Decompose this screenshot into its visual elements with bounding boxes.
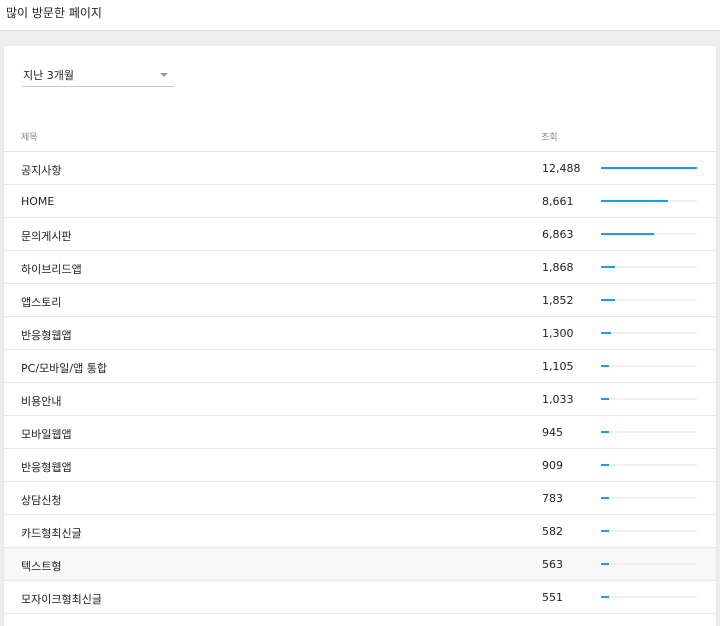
views-bar-fill: [601, 332, 611, 334]
table-row[interactable]: 반응형웹앱 1,300: [4, 317, 716, 350]
views-bar-track: [601, 464, 697, 466]
column-header-views: 조회: [541, 133, 558, 143]
views-bar-track: [601, 299, 697, 301]
table-row[interactable]: 상담신청 783: [4, 482, 716, 515]
views-bar-track: [601, 167, 697, 169]
page-title-cell: 모바일웹앱: [21, 428, 72, 441]
views-count-cell: 12,488: [542, 162, 581, 175]
views-count-cell: 551: [542, 591, 563, 604]
page-title-cell: 반응형웹앱: [21, 461, 72, 474]
page-title-cell: 상담신청: [21, 494, 62, 507]
views-bar-fill: [601, 233, 654, 235]
views-count-cell: 1,300: [542, 327, 574, 340]
views-count-cell: 563: [542, 558, 563, 571]
views-bar-fill: [601, 200, 668, 202]
page-title-cell: 문의게시판: [21, 230, 72, 243]
views-bar-fill: [601, 530, 609, 532]
views-bar-fill: [601, 596, 609, 598]
page-title-cell: 반응형웹앱: [21, 329, 72, 342]
page-title-cell: 앱스토리: [21, 296, 62, 309]
table-row[interactable]: 모자이크형최신글 551: [4, 581, 716, 614]
views-count-cell: 582: [542, 525, 563, 538]
table-row[interactable]: 텍스트형 563: [4, 548, 716, 581]
visited-pages-table: 제목 조회 공지사항 12,488 HOME 8,661 문의게시판 6,863 하이브리드…: [4, 120, 716, 614]
period-dropdown[interactable]: 지난 3개월: [22, 66, 174, 87]
table-row[interactable]: 문의게시판 6,863: [4, 218, 716, 251]
views-bar-track: [601, 431, 697, 433]
views-bar-fill: [601, 299, 615, 301]
page-title-cell: HOME: [21, 195, 55, 208]
table-row[interactable]: HOME 8,661: [4, 185, 716, 218]
views-bar-track: [601, 233, 697, 235]
page-header: 많이 방문한 페이지: [0, 0, 720, 31]
views-count-cell: 8,661: [542, 195, 574, 208]
page-title-cell: PC/모바일/앱 통합: [21, 362, 107, 375]
views-count-cell: 1,033: [542, 393, 574, 406]
page-title: 많이 방문한 페이지: [6, 6, 102, 20]
views-bar-track: [601, 563, 697, 565]
views-bar-fill: [601, 563, 609, 565]
views-count-cell: 1,105: [542, 360, 574, 373]
views-bar-fill: [601, 167, 697, 169]
table-row[interactable]: 비용안내 1,033: [4, 383, 716, 416]
table-header: 제목 조회: [4, 120, 716, 152]
views-bar-track: [601, 200, 697, 202]
page-title-cell: 비용안내: [21, 395, 62, 408]
table-row[interactable]: PC/모바일/앱 통합 1,105: [4, 350, 716, 383]
views-bar-fill: [601, 365, 609, 367]
table-body: 공지사항 12,488 HOME 8,661 문의게시판 6,863 하이브리드앱 1,868…: [4, 152, 716, 614]
views-count-cell: 1,852: [542, 294, 574, 307]
table-row[interactable]: 앱스토리 1,852: [4, 284, 716, 317]
views-bar-fill: [601, 398, 609, 400]
page-title-cell: 모자이크형최신글: [21, 593, 102, 606]
views-bar-track: [601, 266, 697, 268]
period-dropdown-value: 지난 3개월: [23, 69, 74, 82]
views-count-cell: 909: [542, 459, 563, 472]
page-title-cell: 공지사항: [21, 164, 62, 177]
table-row[interactable]: 카드형최신글 582: [4, 515, 716, 548]
views-bar-track: [601, 530, 697, 532]
views-bar-track: [601, 398, 697, 400]
views-bar-track: [601, 497, 697, 499]
table-row[interactable]: 반응형웹앱 909: [4, 449, 716, 482]
views-bar-fill: [601, 266, 615, 268]
table-row[interactable]: 공지사항 12,488: [4, 152, 716, 185]
table-row[interactable]: 모바일웹앱 945: [4, 416, 716, 449]
views-bar-track: [601, 596, 697, 598]
views-count-cell: 6,863: [542, 228, 574, 241]
page-title-cell: 하이브리드앱: [21, 263, 82, 276]
views-bar-fill: [601, 464, 609, 466]
views-count-cell: 783: [542, 492, 563, 505]
views-count-cell: 945: [542, 426, 563, 439]
chevron-down-icon: [160, 73, 168, 77]
column-header-title: 제목: [21, 133, 38, 143]
views-bar-fill: [601, 497, 609, 499]
views-bar-track: [601, 365, 697, 367]
page-title-cell: 텍스트형: [21, 560, 62, 573]
views-bar-fill: [601, 431, 609, 433]
visited-pages-card: 지난 3개월 제목 조회 공지사항 12,488 HOME 8,661 문의게시판 6,8…: [4, 46, 716, 626]
views-bar-track: [601, 332, 697, 334]
views-count-cell: 1,868: [542, 261, 574, 274]
table-row[interactable]: 하이브리드앱 1,868: [4, 251, 716, 284]
page-title-cell: 카드형최신글: [21, 527, 82, 540]
